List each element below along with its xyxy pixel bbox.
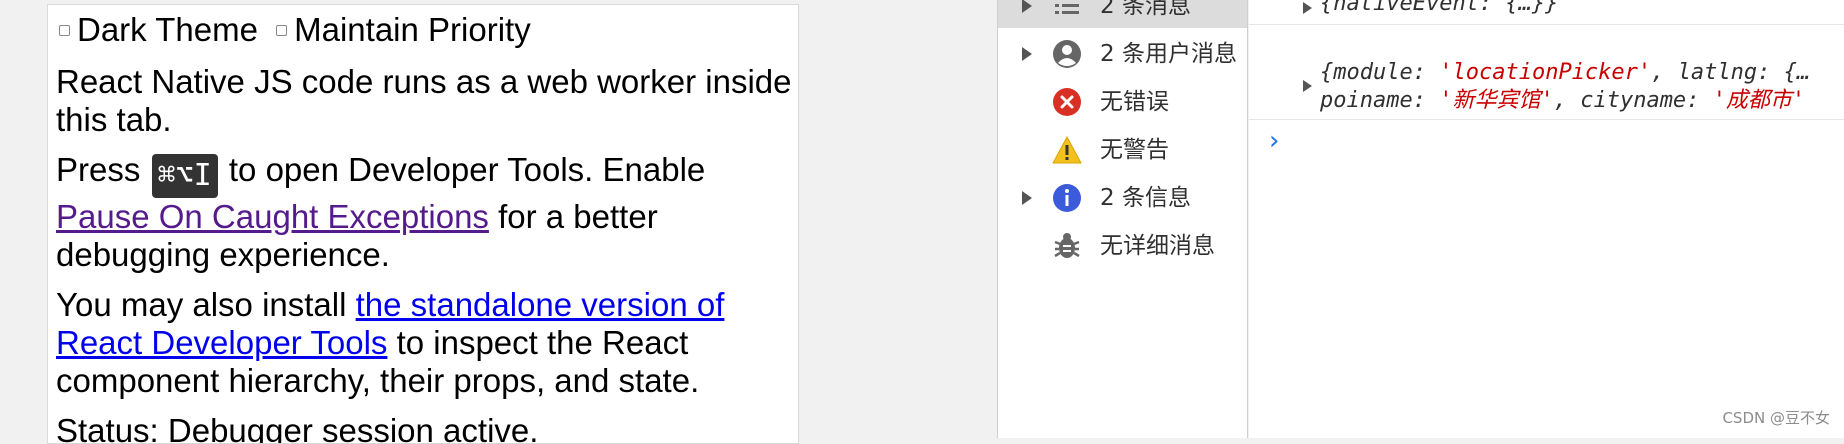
info-icon xyxy=(1053,184,1081,212)
console-object-preview[interactable]: {nativeEvent: {…}} xyxy=(1320,0,1558,18)
console-object-line-1[interactable]: {module: 'locationPicker', latlng: {… xyxy=(1320,59,1810,87)
console-message-row[interactable]: {nativeEvent: {…}} xyxy=(1249,0,1844,25)
warning-icon xyxy=(1052,135,1082,164)
user-icon xyxy=(1053,40,1081,68)
sidebar-item-label: 无详细消息 xyxy=(1100,233,1215,259)
console-message-row[interactable]: {module: 'locationPicker', latlng: {… po… xyxy=(1249,25,1844,120)
object-value: '新华宾馆' xyxy=(1439,88,1554,113)
expand-arrow-icon[interactable] xyxy=(1303,80,1312,92)
console-output: {nativeEvent: {…}} {module: 'locationPic… xyxy=(1249,0,1844,438)
devtools-paragraph: Press ⌘⌥I to open Developer Tools. Enabl… xyxy=(56,151,798,274)
standalone-paragraph: You may also install the standalone vers… xyxy=(56,286,798,400)
object-value: 'locationPicker' xyxy=(1439,60,1652,85)
sidebar-item-label: 无错误 xyxy=(1100,89,1169,115)
console-sidebar: 2 条消息 2 条用户消息 无错误 无警告 2 条信息 无详细消息 xyxy=(997,0,1248,438)
devtools-prefix: Press xyxy=(56,151,150,188)
keyboard-shortcut: ⌘⌥I xyxy=(151,154,218,198)
open-brace: { xyxy=(1320,60,1334,85)
sidebar-item-warnings[interactable]: 无警告 xyxy=(998,128,1247,172)
object-value: {… xyxy=(1783,60,1811,85)
object-key: cityname xyxy=(1580,88,1687,113)
maintain-priority-checkbox[interactable] xyxy=(276,24,288,36)
expand-arrow-icon[interactable] xyxy=(1022,0,1032,13)
watermark: CSDN @豆不女 xyxy=(1722,409,1830,427)
expand-arrow-icon[interactable] xyxy=(1303,2,1312,14)
console-prompt[interactable]: › xyxy=(1269,126,1279,156)
sidebar-item-label: 无警告 xyxy=(1100,137,1169,163)
intro-paragraph: React Native JS code runs as a web worke… xyxy=(56,63,792,138)
sidebar-item-label: 2 条用户消息 xyxy=(1100,41,1237,67)
error-icon xyxy=(1053,88,1081,116)
bug-icon xyxy=(1054,233,1080,258)
sidebar-item-label: 2 条信息 xyxy=(1100,185,1191,211)
sidebar-item-info[interactable]: 2 条信息 xyxy=(998,176,1247,220)
dark-theme-checkbox[interactable] xyxy=(59,24,70,36)
devtools-middle: to open Developer Tools. Enable xyxy=(219,151,706,188)
standalone-prefix: You may also install xyxy=(56,286,356,323)
sidebar-item-messages[interactable]: 2 条消息 xyxy=(998,0,1247,28)
settings-row: Dark Theme Maintain Priority xyxy=(56,11,798,49)
object-value: '成都市' xyxy=(1712,88,1806,113)
expand-arrow-icon[interactable] xyxy=(1022,191,1032,205)
sidebar-item-user-messages[interactable]: 2 条用户消息 xyxy=(998,32,1247,76)
sidebar-item-errors[interactable]: 无错误 xyxy=(998,80,1247,124)
dark-theme-label: Dark Theme xyxy=(77,11,258,48)
object-key: latlng xyxy=(1677,60,1758,85)
status-text: Status: Debugger session active. xyxy=(56,412,539,444)
pause-on-caught-exceptions-link[interactable]: Pause On Caught Exceptions xyxy=(56,198,489,235)
debugger-page: Dark Theme Maintain Priority React Nativ… xyxy=(47,4,799,444)
object-key: module xyxy=(1333,60,1413,85)
sidebar-item-verbose[interactable]: 无详细消息 xyxy=(998,224,1247,268)
list-icon xyxy=(1055,4,1079,14)
object-key: poiname xyxy=(1320,88,1413,113)
sidebar-item-label: 2 条消息 xyxy=(1100,0,1191,19)
expand-arrow-icon[interactable] xyxy=(1022,47,1032,61)
console-object-line-2[interactable]: poiname: '新华宾馆', cityname: '成都市' xyxy=(1320,87,1805,115)
maintain-priority-label: Maintain Priority xyxy=(294,11,531,48)
